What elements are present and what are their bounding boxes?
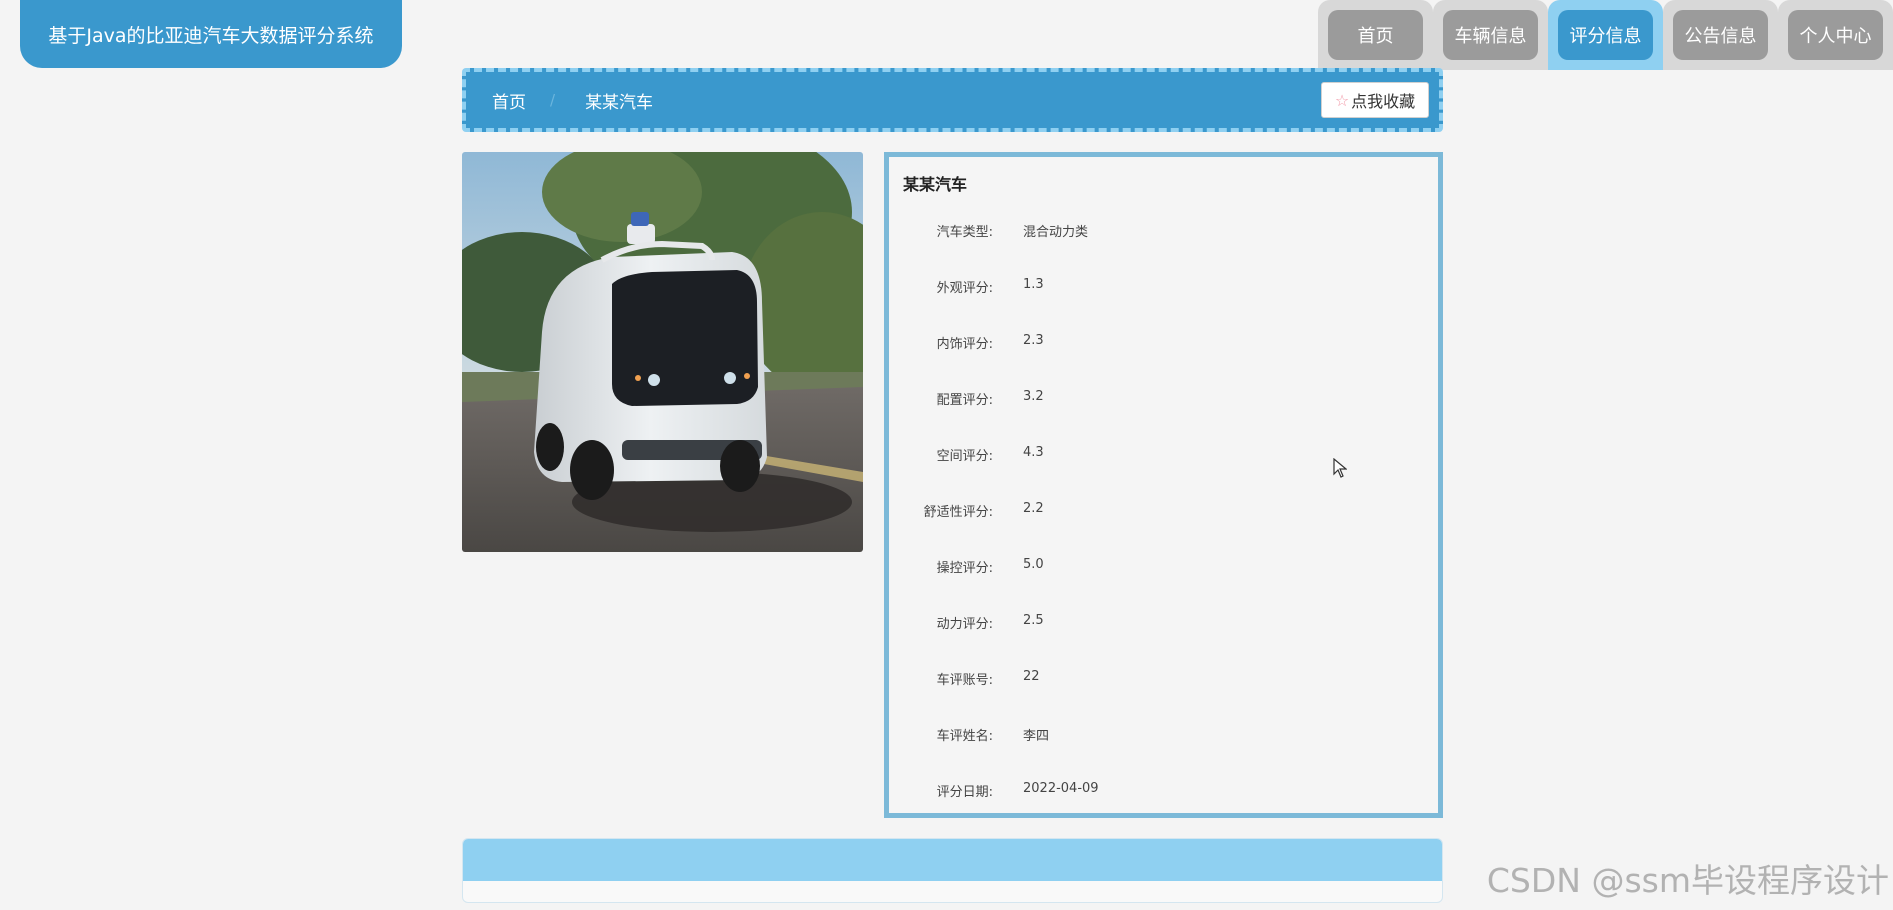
detail-row-reviewer-account: 车评账号: 22: [889, 669, 1438, 689]
field-value: 李四: [1023, 729, 1050, 744]
field-value: 22: [1023, 669, 1040, 684]
detail-row-handling-score: 操控评分: 5.0: [889, 557, 1438, 577]
detail-title: 某某汽车: [903, 175, 968, 194]
field-label: 动力评分:: [936, 617, 993, 632]
nav-tab-label[interactable]: 评分信息: [1558, 10, 1653, 60]
field-value: 混合动力类: [1023, 225, 1089, 240]
nav-tab-label[interactable]: 首页: [1328, 10, 1423, 60]
field-label: 车评账号:: [936, 673, 993, 688]
detail-row-reviewer-name: 车评姓名: 李四: [889, 725, 1438, 745]
field-label: 评分日期:: [936, 785, 993, 800]
nav-tab-ratings[interactable]: 评分信息: [1548, 0, 1663, 70]
field-label: 内饰评分:: [936, 337, 993, 352]
nav-tab-announcements[interactable]: 公告信息: [1663, 0, 1778, 70]
field-value: 2.3: [1023, 333, 1044, 348]
field-value: 2022-04-09: [1023, 781, 1099, 796]
detail-row-car-type: 汽车类型: 混合动力类: [889, 221, 1438, 241]
field-label: 外观评分:: [936, 281, 993, 296]
nav-tab-label[interactable]: 车辆信息: [1443, 10, 1538, 60]
favorite-button[interactable]: ☆ 点我收藏: [1321, 82, 1429, 118]
breadcrumb-home-link[interactable]: 首页: [492, 88, 526, 113]
field-value: 2.2: [1023, 501, 1044, 516]
rating-detail-panel: 某某汽车 汽车类型: 混合动力类 外观评分: 1.3 内饰评分: 2.3 配置评…: [884, 152, 1443, 818]
nav-tab-profile[interactable]: 个人中心: [1778, 0, 1893, 70]
favorite-button-label: 点我收藏: [1351, 92, 1416, 111]
nav-tab-vehicles[interactable]: 车辆信息: [1433, 0, 1548, 70]
detail-row-config-score: 配置评分: 3.2: [889, 389, 1438, 409]
field-label: 空间评分:: [936, 449, 993, 464]
nav-tab-home[interactable]: 首页: [1318, 0, 1433, 70]
site-title: 基于Java的比亚迪汽车大数据评分系统: [20, 0, 402, 68]
field-label: 舒适性评分:: [923, 505, 993, 520]
top-nav: 首页 车辆信息 评分信息 公告信息 个人中心: [1318, 0, 1893, 70]
detail-row-rating-date: 评分日期: 2022-04-09: [889, 781, 1438, 801]
mouse-cursor-icon: [1333, 457, 1348, 482]
field-value: 1.3: [1023, 277, 1044, 292]
page-footer: [462, 838, 1443, 903]
field-label: 汽车类型:: [936, 225, 993, 240]
field-label: 配置评分:: [936, 393, 993, 408]
nav-tab-label[interactable]: 个人中心: [1788, 10, 1883, 60]
detail-row-interior-score: 内饰评分: 2.3: [889, 333, 1438, 353]
field-label: 操控评分:: [936, 561, 993, 576]
field-label: 车评姓名:: [936, 729, 993, 744]
breadcrumb: 首页 / 某某汽车 ☆ 点我收藏: [462, 68, 1443, 132]
breadcrumb-separator: /: [550, 91, 556, 109]
footer-band: [463, 839, 1442, 881]
detail-row-power-score: 动力评分: 2.5: [889, 613, 1438, 633]
field-value: 2.5: [1023, 613, 1044, 628]
breadcrumb-current: 某某汽车: [585, 92, 654, 113]
detail-row-comfort-score: 舒适性评分: 2.2: [889, 501, 1438, 521]
star-outline-icon: ☆: [1334, 90, 1350, 110]
field-value: 3.2: [1023, 389, 1044, 404]
nav-tab-label[interactable]: 公告信息: [1673, 10, 1768, 60]
car-photo: [462, 152, 863, 552]
detail-row-space-score: 空间评分: 4.3: [889, 445, 1438, 465]
field-value: 5.0: [1023, 557, 1044, 572]
field-value: 4.3: [1023, 445, 1044, 460]
detail-row-exterior-score: 外观评分: 1.3: [889, 277, 1438, 297]
watermark: CSDN @ssm毕设程序设计: [1486, 861, 1889, 900]
